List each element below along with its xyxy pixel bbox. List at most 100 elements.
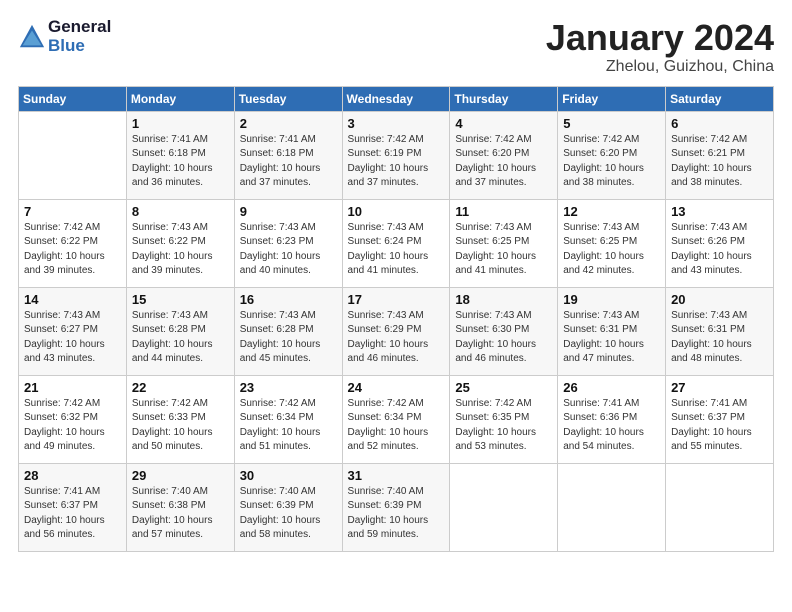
day-info: Sunrise: 7:41 AM Sunset: 6:18 PM Dayligh…: [132, 133, 230, 191]
calendar-cell: 7Sunrise: 7:42 AM Sunset: 6:22 PM Daylig…: [19, 199, 127, 287]
day-number: 17: [348, 292, 446, 307]
day-number: 31: [348, 468, 446, 483]
calendar-cell: 16 Sunrise: 7:43 AM Sunset: 6:28 PM Dayli…: [234, 287, 342, 375]
calendar-cell: [666, 463, 774, 551]
day-number: 15: [132, 292, 230, 307]
day-number: 29: [132, 468, 230, 483]
day-info: Sunrise: 7:43 AM Sunset: 6:22 PM Dayligh…: [132, 221, 230, 279]
day-info: Sunrise: 7:42 AM Sunset: 6:21 PM Dayligh…: [671, 133, 769, 191]
logo: General Blue: [18, 18, 111, 55]
calendar-cell: 31 Sunrise: 7:40 AM Sunset: 6:39 PM Dayli…: [342, 463, 450, 551]
calendar-cell: 12 Sunrise: 7:43 AM Sunset: 6:25 PM Dayli…: [558, 199, 666, 287]
day-info: Sunrise: 7:42 AM Sunset: 6:35 PM Dayligh…: [455, 397, 553, 455]
day-number: 22: [132, 380, 230, 395]
calendar-week-4: 21 Sunrise: 7:42 AM Sunset: 6:32 PM Dayli…: [19, 375, 774, 463]
day-number: 11: [455, 204, 553, 219]
calendar-cell: [450, 463, 558, 551]
col-monday: Monday: [126, 86, 234, 111]
day-info: Sunrise: 7:42 AM Sunset: 6:20 PM Dayligh…: [455, 133, 553, 191]
day-info: Sunrise: 7:41 AM Sunset: 6:37 PM Dayligh…: [671, 397, 769, 455]
day-info: Sunrise: 7:43 AM Sunset: 6:30 PM Dayligh…: [455, 309, 553, 367]
day-info: Sunrise: 7:40 AM Sunset: 6:38 PM Dayligh…: [132, 485, 230, 543]
calendar-cell: 20 Sunrise: 7:43 AM Sunset: 6:31 PM Dayli…: [666, 287, 774, 375]
day-info: Sunrise: 7:43 AM Sunset: 6:26 PM Dayligh…: [671, 221, 769, 279]
calendar-cell: 17 Sunrise: 7:43 AM Sunset: 6:29 PM Dayli…: [342, 287, 450, 375]
day-number: 28: [24, 468, 122, 483]
day-info: Sunrise: 7:43 AM Sunset: 6:24 PM Dayligh…: [348, 221, 446, 279]
calendar-cell: 10 Sunrise: 7:43 AM Sunset: 6:24 PM Dayli…: [342, 199, 450, 287]
calendar-cell: 22 Sunrise: 7:42 AM Sunset: 6:33 PM Dayli…: [126, 375, 234, 463]
calendar-cell: 21 Sunrise: 7:42 AM Sunset: 6:32 PM Dayli…: [19, 375, 127, 463]
day-info: Sunrise: 7:41 AM Sunset: 6:36 PM Dayligh…: [563, 397, 661, 455]
day-number: 19: [563, 292, 661, 307]
day-number: 3: [348, 116, 446, 131]
col-friday: Friday: [558, 86, 666, 111]
calendar-cell: 23Sunrise: 7:42 AM Sunset: 6:34 PM Dayli…: [234, 375, 342, 463]
day-info: Sunrise: 7:42 AM Sunset: 6:19 PM Dayligh…: [348, 133, 446, 191]
day-info: Sunrise: 7:43 AM Sunset: 6:25 PM Dayligh…: [455, 221, 553, 279]
day-number: 10: [348, 204, 446, 219]
day-number: 5: [563, 116, 661, 131]
calendar-cell: 14 Sunrise: 7:43 AM Sunset: 6:27 PM Dayli…: [19, 287, 127, 375]
calendar-cell: 11 Sunrise: 7:43 AM Sunset: 6:25 PM Dayli…: [450, 199, 558, 287]
day-info: Sunrise: 7:42 AM Sunset: 6:22 PM Dayligh…: [24, 221, 122, 279]
calendar-cell: 29 Sunrise: 7:40 AM Sunset: 6:38 PM Dayli…: [126, 463, 234, 551]
day-number: 12: [563, 204, 661, 219]
day-info: Sunrise: 7:42 AM Sunset: 6:33 PM Dayligh…: [132, 397, 230, 455]
day-info: Sunrise: 7:43 AM Sunset: 6:31 PM Dayligh…: [563, 309, 661, 367]
calendar-cell: 28 Sunrise: 7:41 AM Sunset: 6:37 PM Dayli…: [19, 463, 127, 551]
calendar-cell: 18 Sunrise: 7:43 AM Sunset: 6:30 PM Dayli…: [450, 287, 558, 375]
calendar-cell: 26Sunrise: 7:41 AM Sunset: 6:36 PM Dayli…: [558, 375, 666, 463]
day-info: Sunrise: 7:40 AM Sunset: 6:39 PM Dayligh…: [348, 485, 446, 543]
day-info: Sunrise: 7:42 AM Sunset: 6:34 PM Dayligh…: [348, 397, 446, 455]
calendar-cell: [558, 463, 666, 551]
day-info: Sunrise: 7:43 AM Sunset: 6:28 PM Dayligh…: [240, 309, 338, 367]
day-number: 20: [671, 292, 769, 307]
day-info: Sunrise: 7:43 AM Sunset: 6:29 PM Dayligh…: [348, 309, 446, 367]
day-info: Sunrise: 7:43 AM Sunset: 6:31 PM Dayligh…: [671, 309, 769, 367]
day-number: 14: [24, 292, 122, 307]
calendar-cell: 3 Sunrise: 7:42 AM Sunset: 6:19 PM Daylig…: [342, 111, 450, 199]
calendar-cell: 1Sunrise: 7:41 AM Sunset: 6:18 PM Daylig…: [126, 111, 234, 199]
header-row: Sunday Monday Tuesday Wednesday Thursday…: [19, 86, 774, 111]
calendar-week-5: 28 Sunrise: 7:41 AM Sunset: 6:37 PM Dayli…: [19, 463, 774, 551]
calendar-cell: 2 Sunrise: 7:41 AM Sunset: 6:18 PM Daylig…: [234, 111, 342, 199]
day-info: Sunrise: 7:42 AM Sunset: 6:32 PM Dayligh…: [24, 397, 122, 455]
day-info: Sunrise: 7:43 AM Sunset: 6:27 PM Dayligh…: [24, 309, 122, 367]
day-info: Sunrise: 7:43 AM Sunset: 6:25 PM Dayligh…: [563, 221, 661, 279]
calendar-cell: 6 Sunrise: 7:42 AM Sunset: 6:21 PM Daylig…: [666, 111, 774, 199]
col-sunday: Sunday: [19, 86, 127, 111]
day-info: Sunrise: 7:43 AM Sunset: 6:28 PM Dayligh…: [132, 309, 230, 367]
calendar-week-2: 7Sunrise: 7:42 AM Sunset: 6:22 PM Daylig…: [19, 199, 774, 287]
day-number: 2: [240, 116, 338, 131]
title-block: January 2024 Zhelou, Guizhou, China: [546, 18, 774, 76]
calendar-cell: 9Sunrise: 7:43 AM Sunset: 6:23 PM Daylig…: [234, 199, 342, 287]
calendar-cell: 19 Sunrise: 7:43 AM Sunset: 6:31 PM Dayli…: [558, 287, 666, 375]
day-number: 24: [348, 380, 446, 395]
col-tuesday: Tuesday: [234, 86, 342, 111]
day-number: 18: [455, 292, 553, 307]
calendar-cell: 30Sunrise: 7:40 AM Sunset: 6:39 PM Dayli…: [234, 463, 342, 551]
day-info: Sunrise: 7:41 AM Sunset: 6:18 PM Dayligh…: [240, 133, 338, 191]
day-number: 16: [240, 292, 338, 307]
col-saturday: Saturday: [666, 86, 774, 111]
calendar-cell: 4 Sunrise: 7:42 AM Sunset: 6:20 PM Daylig…: [450, 111, 558, 199]
calendar-cell: 13Sunrise: 7:43 AM Sunset: 6:26 PM Dayli…: [666, 199, 774, 287]
day-info: Sunrise: 7:40 AM Sunset: 6:39 PM Dayligh…: [240, 485, 338, 543]
day-info: Sunrise: 7:43 AM Sunset: 6:23 PM Dayligh…: [240, 221, 338, 279]
day-number: 4: [455, 116, 553, 131]
calendar-cell: 27 Sunrise: 7:41 AM Sunset: 6:37 PM Dayli…: [666, 375, 774, 463]
logo-icon: [18, 23, 46, 51]
day-number: 6: [671, 116, 769, 131]
calendar-table: Sunday Monday Tuesday Wednesday Thursday…: [18, 86, 774, 552]
calendar-cell: 24 Sunrise: 7:42 AM Sunset: 6:34 PM Dayli…: [342, 375, 450, 463]
day-info: Sunrise: 7:41 AM Sunset: 6:37 PM Dayligh…: [24, 485, 122, 543]
day-info: Sunrise: 7:42 AM Sunset: 6:34 PM Dayligh…: [240, 397, 338, 455]
month-title: January 2024: [546, 18, 774, 58]
calendar-week-3: 14 Sunrise: 7:43 AM Sunset: 6:27 PM Dayli…: [19, 287, 774, 375]
day-number: 27: [671, 380, 769, 395]
day-info: Sunrise: 7:42 AM Sunset: 6:20 PM Dayligh…: [563, 133, 661, 191]
logo-text: General Blue: [48, 18, 111, 55]
day-number: 21: [24, 380, 122, 395]
col-wednesday: Wednesday: [342, 86, 450, 111]
